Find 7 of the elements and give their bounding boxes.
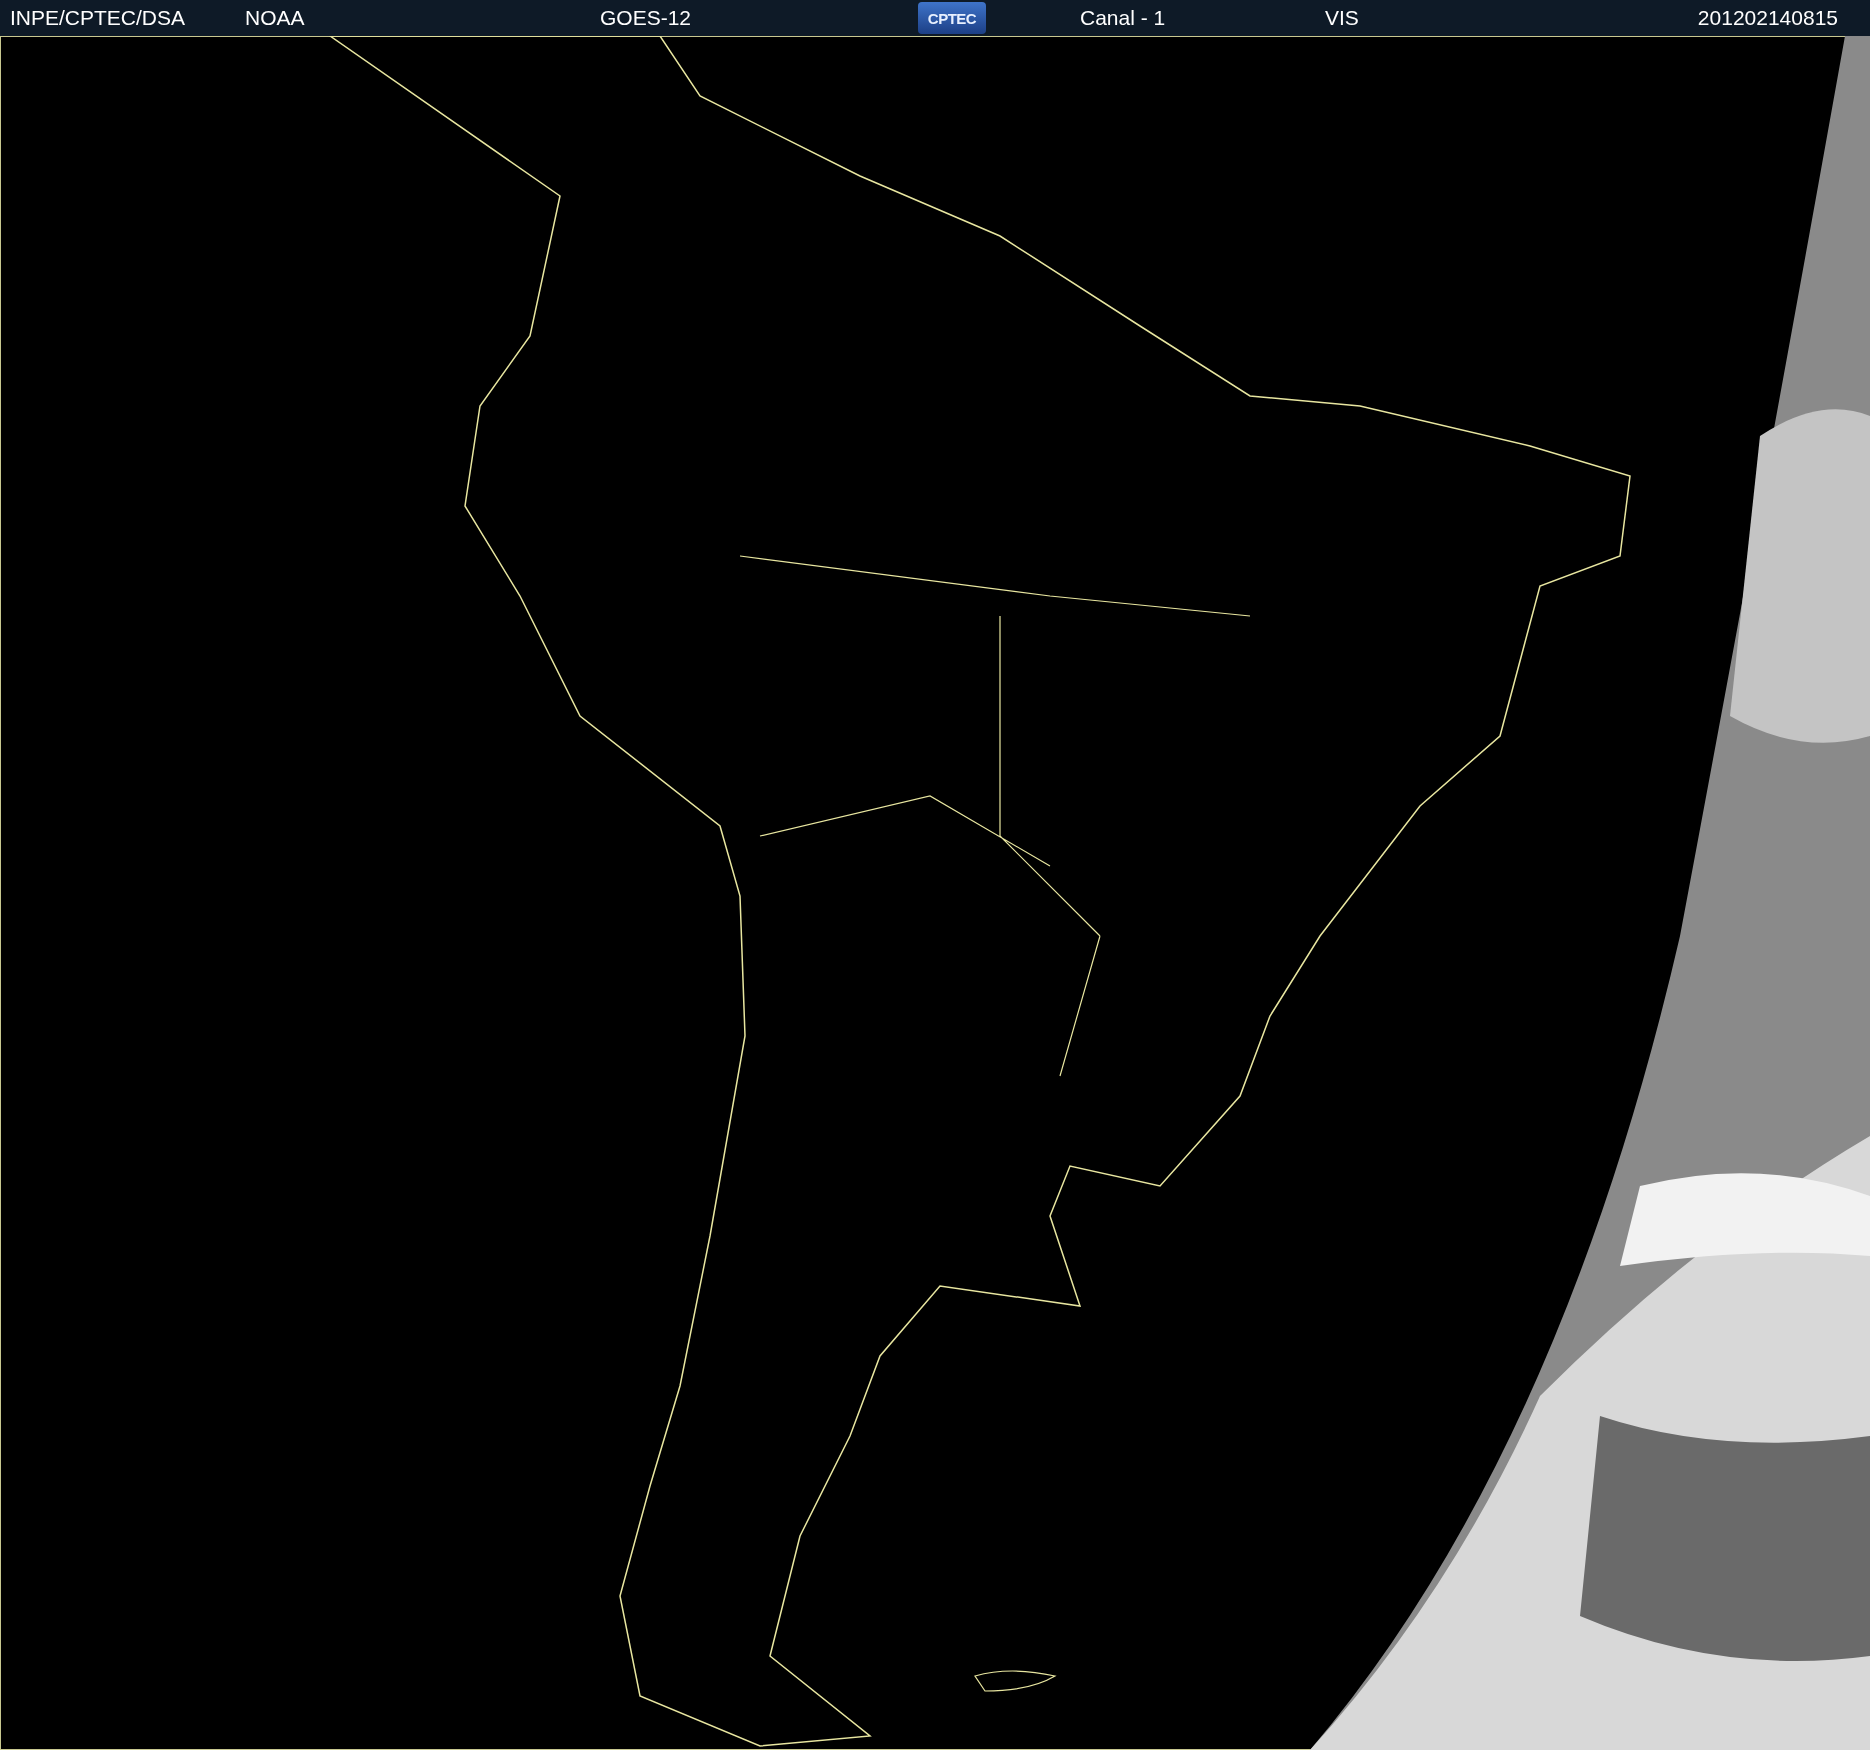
satellite-label: GOES-12 bbox=[600, 6, 693, 30]
channel-label: Canal - 1 bbox=[1080, 6, 1167, 30]
agency-label: NOAA bbox=[245, 6, 306, 30]
band-label: VIS bbox=[1325, 6, 1360, 30]
logo: CPTEC bbox=[918, 2, 986, 34]
timestamp-label: 201202140815 bbox=[1697, 6, 1838, 30]
source-label: INPE/CPTEC/DSA bbox=[10, 6, 187, 30]
